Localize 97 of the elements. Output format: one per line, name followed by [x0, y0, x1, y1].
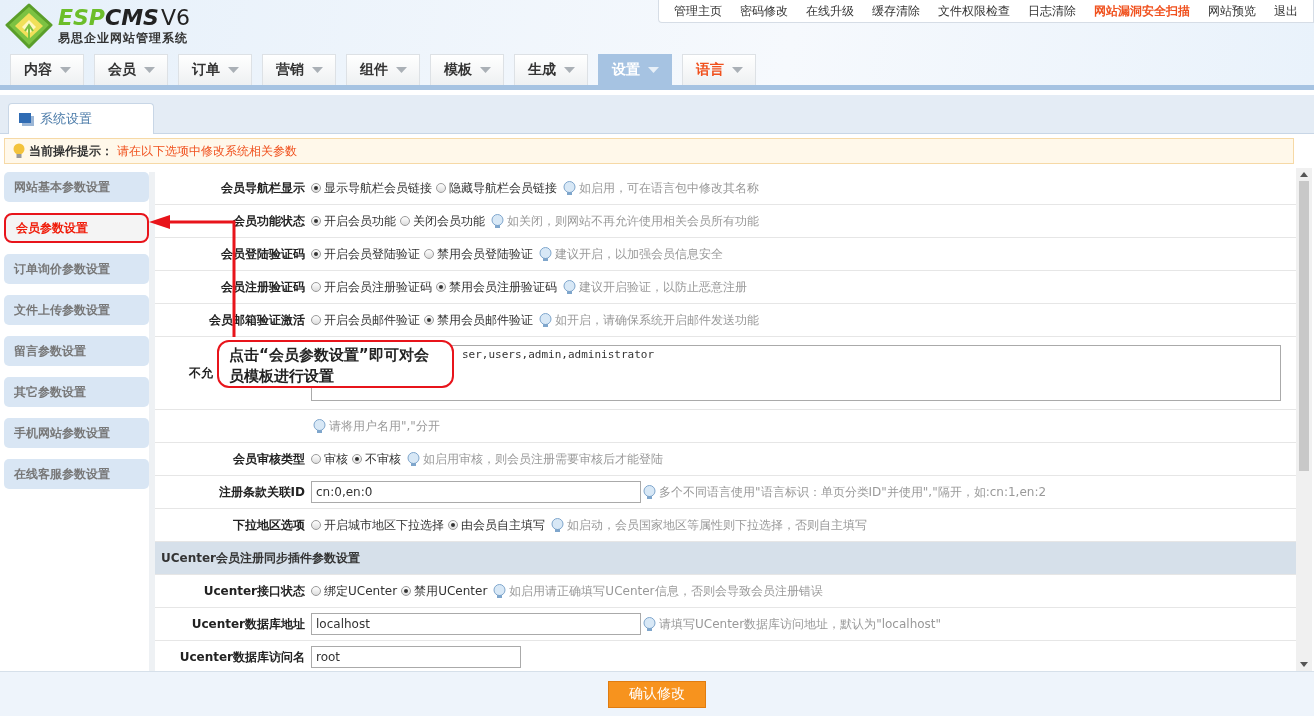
caret-icon [59, 67, 71, 73]
lightbulb-icon [563, 280, 576, 294]
caret-icon [563, 67, 575, 73]
lightbulb-icon [551, 518, 564, 532]
radio-option[interactable]: 由会员自主填写 [448, 516, 545, 534]
top-link[interactable]: 网站预览 [1199, 2, 1265, 20]
radio-option[interactable]: 隐藏导航栏会员链接 [436, 179, 557, 197]
lightbulb-icon [13, 143, 25, 159]
radio-option[interactable]: 显示导航栏会员链接 [311, 179, 432, 197]
top-link[interactable]: 日志清除 [1019, 2, 1085, 20]
caret-icon [731, 67, 743, 73]
scrollbar[interactable] [1296, 168, 1312, 671]
windows-icon [19, 112, 34, 126]
top-link[interactable]: 密码修改 [731, 2, 797, 20]
radio-option[interactable]: 开启会员邮件验证 [311, 311, 420, 329]
sidebar-item[interactable]: 其它参数设置 [4, 377, 149, 407]
field-label: 注册条款关联ID [218, 484, 305, 499]
top-link[interactable]: 文件权限检查 [929, 2, 1019, 20]
field-label: 下拉地区选项 [233, 517, 305, 532]
scroll-up-icon[interactable] [1300, 172, 1308, 177]
lightbulb-icon [643, 485, 656, 499]
hint-text: 如关闭，则网站不再允许使用相关会员所有功能 [507, 212, 759, 230]
lightbulb-icon [407, 452, 420, 466]
logo-subtitle: 易思企业网站管理系统 [58, 29, 189, 47]
radio-option[interactable]: 禁用UCenter [401, 582, 488, 600]
page-tab[interactable]: 系统设置 [8, 103, 154, 134]
top-link[interactable]: 在线升级 [797, 2, 863, 20]
logo-version: V6 [160, 4, 190, 30]
lightbulb-icon [563, 181, 576, 195]
text-field[interactable]: root [311, 646, 521, 668]
nav-tab[interactable]: 生成 [514, 54, 588, 85]
caret-icon [395, 67, 407, 73]
tip-text: 请在以下选项中修改系统相关参数 [117, 142, 297, 160]
hint-text: 建议开启验证，以防止恶意注册 [579, 278, 747, 296]
field-label: Ucenter数据库地址 [191, 616, 305, 631]
top-link[interactable]: 缓存清除 [863, 2, 929, 20]
logo-wordmark: ESPCMS [58, 4, 159, 30]
radio-option[interactable]: 绑定UCenter [311, 582, 398, 600]
hint-text: 如启用，可在语言包中修改其名称 [579, 179, 759, 197]
caret-icon [311, 67, 323, 73]
nav-tab[interactable]: 订单 [178, 54, 252, 85]
field-label: Ucenter数据库访问名 [179, 649, 305, 664]
hint-text: 请将用户名用","分开 [329, 417, 440, 435]
caret-icon [647, 67, 659, 73]
lightbulb-icon [491, 214, 504, 228]
radio-option[interactable]: 不审核 [352, 450, 401, 468]
radio-option[interactable]: 禁用会员邮件验证 [424, 311, 533, 329]
nav-tab[interactable]: 组件 [346, 54, 420, 85]
nav-tab[interactable]: 模板 [430, 54, 504, 85]
hint-text: 多个不同语言使用"语言标识：单页分类ID"并使用","隔开，如:cn:1,en:2 [659, 483, 1047, 501]
lightbulb-icon [313, 419, 326, 433]
top-link[interactable]: 管理主页 [665, 2, 731, 20]
scroll-down-icon[interactable] [1300, 662, 1308, 667]
top-link[interactable]: 网站漏洞安全扫描 [1085, 2, 1199, 20]
section-title: UCenter会员注册同步插件参数设置 [161, 549, 361, 567]
sidebar-item[interactable]: 留言参数设置 [4, 336, 149, 366]
radio-option[interactable]: 开启会员注册验证码 [311, 278, 432, 296]
sidebar-item[interactable]: 文件上传参数设置 [4, 295, 149, 325]
nav-tab[interactable]: 营销 [262, 54, 336, 85]
lightbulb-icon [493, 584, 507, 598]
caret-icon [227, 67, 239, 73]
caret-icon [143, 67, 155, 73]
radio-option[interactable]: 开启会员登陆验证 [311, 245, 420, 263]
sidebar-item[interactable]: 手机网站参数设置 [4, 418, 149, 448]
hint-text: 建议开启，以加强会员信息安全 [555, 245, 723, 263]
radio-option[interactable]: 开启城市地区下拉选择 [311, 516, 444, 534]
lightbulb-icon [643, 617, 656, 631]
hint-text: 如启用请正确填写UCenter信息，否则会导致会员注册错误 [509, 582, 823, 600]
radio-option[interactable]: 关闭会员功能 [400, 212, 485, 230]
callout: 点击“会员参数设置”即可对会员模板进行设置 [217, 340, 454, 388]
sidebar-item[interactable]: 网站基本参数设置 [4, 172, 149, 202]
radio-option[interactable]: 开启会员功能 [311, 212, 396, 230]
sidebar-item[interactable]: 会员参数设置 [4, 213, 149, 243]
radio-option[interactable]: 审核 [311, 450, 348, 468]
tip-label: 当前操作提示： [29, 142, 113, 160]
field-label: 不允 [189, 365, 213, 380]
hint-text: 如启动，会员国家地区等属性则下拉选择，否则自主填写 [567, 516, 867, 534]
lightbulb-icon [539, 313, 552, 327]
radio-option[interactable]: 禁用会员注册验证码 [436, 278, 557, 296]
nav-tab[interactable]: 会员 [94, 54, 168, 85]
field-label: 会员功能状态 [233, 213, 305, 228]
lightbulb-icon [539, 247, 552, 261]
top-link[interactable]: 退出 [1265, 2, 1307, 20]
sidebar-item[interactable]: 在线客服参数设置 [4, 459, 149, 489]
radio-option[interactable]: 禁用会员登陆验证 [424, 245, 533, 263]
nav-tab[interactable]: 内容 [10, 54, 84, 85]
logo-icon [4, 3, 54, 49]
field-label: 会员审核类型 [233, 451, 305, 466]
hint-text: 请填写UCenter数据库访问地址，默认为"localhost" [659, 615, 942, 633]
hint-text: 如开启，请确保系统开启邮件发送功能 [555, 311, 759, 329]
hint-text: 如启用审核，则会员注册需要审核后才能登陆 [423, 450, 663, 468]
text-field[interactable]: cn:0,en:0 [311, 481, 641, 503]
caret-icon [479, 67, 491, 73]
field-label: 会员导航栏显示 [221, 180, 305, 195]
text-field[interactable]: localhost [311, 613, 641, 635]
field-label: Ucenter接口状态 [203, 583, 305, 598]
sidebar-item[interactable]: 订单询价参数设置 [4, 254, 149, 284]
